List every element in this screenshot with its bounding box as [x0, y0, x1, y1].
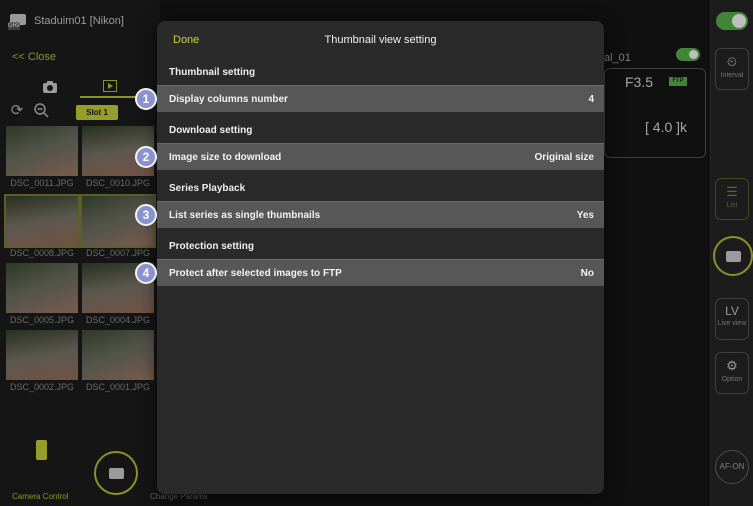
- thumbnail-settings-modal: Done Thumbnail view setting Thumbnail se…: [157, 21, 604, 494]
- section-header-series: Series Playback: [169, 183, 246, 194]
- callout-marker-4: 4: [135, 262, 157, 284]
- setting-value: Yes: [576, 210, 594, 221]
- setting-value: No: [580, 268, 594, 279]
- setting-row-series-thumbnails[interactable]: List series as single thumbnails Yes: [157, 201, 604, 228]
- setting-row-image-size[interactable]: Image size to download Original size: [157, 143, 604, 170]
- section-header-thumbnail: Thumbnail setting: [169, 67, 256, 78]
- callout-marker-3: 3: [135, 204, 157, 226]
- setting-value: 4: [588, 94, 594, 105]
- setting-row-display-columns[interactable]: Display columns number 4: [157, 85, 604, 112]
- setting-label: List series as single thumbnails: [169, 210, 321, 221]
- setting-row-protect-ftp[interactable]: Protect after selected images to FTP No: [157, 259, 604, 286]
- app-root: GRP Staduim01 [Nikon] << Close ⟳ Slot 1 …: [0, 0, 753, 506]
- modal-header: Done Thumbnail view setting: [157, 21, 604, 59]
- section-header-download: Download setting: [169, 125, 253, 136]
- section-header-protection: Protection setting: [169, 241, 255, 252]
- setting-label: Display columns number: [169, 94, 288, 105]
- callout-marker-2: 2: [135, 146, 157, 168]
- setting-value: Original size: [534, 152, 594, 163]
- callout-marker-1: 1: [135, 88, 157, 110]
- setting-label: Protect after selected images to FTP: [169, 268, 342, 279]
- modal-title: Thumbnail view setting: [324, 34, 437, 46]
- setting-label: Image size to download: [169, 152, 282, 163]
